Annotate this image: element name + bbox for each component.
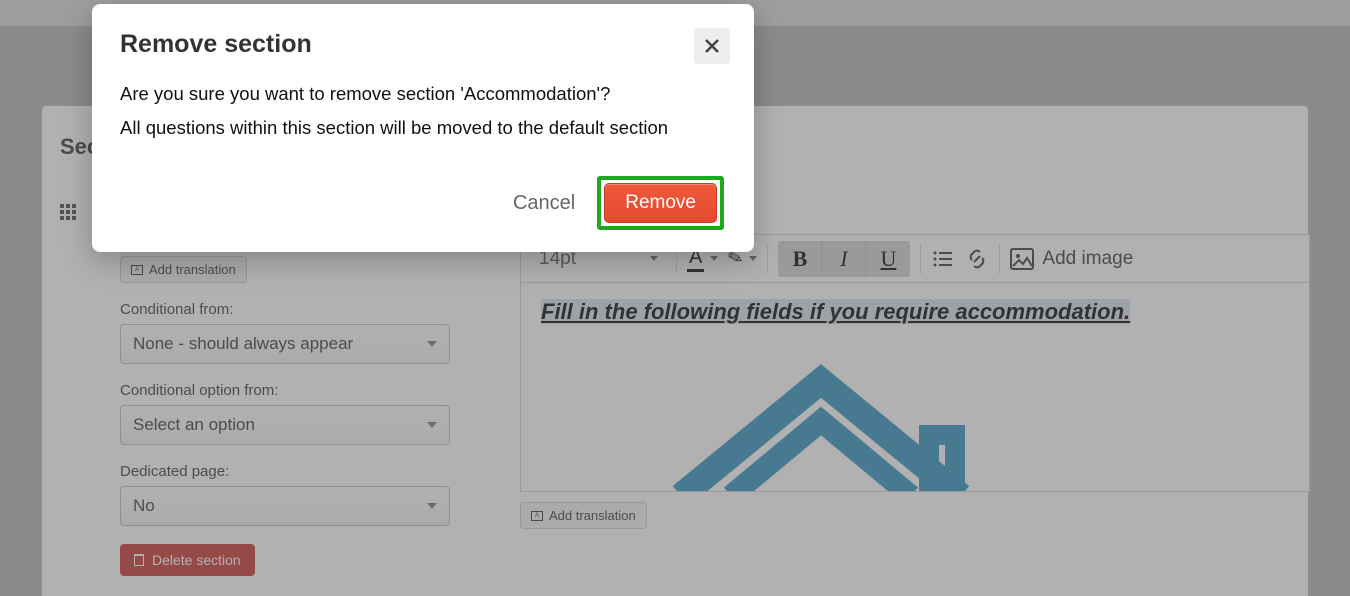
modal-text-line2: All questions within this section will b… [120,113,724,143]
remove-button[interactable]: Remove [604,183,717,223]
remove-button-highlight: Remove [597,176,724,230]
modal-text-line1: Are you sure you want to remove section … [120,79,724,109]
modal-title: Remove section [120,30,724,59]
modal-body: Are you sure you want to remove section … [120,79,724,142]
remove-section-modal: Remove section Are you sure you want to … [92,4,754,252]
modal-actions: Cancel Remove [120,176,724,230]
close-button[interactable] [694,28,730,64]
cancel-button[interactable]: Cancel [513,192,575,215]
close-icon [703,37,721,55]
